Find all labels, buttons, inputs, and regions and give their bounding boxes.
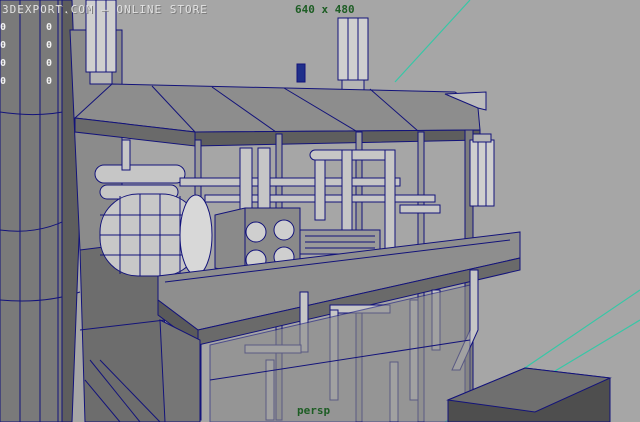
hud-digit: 0: [46, 76, 53, 87]
hud-digit: 0: [0, 40, 7, 51]
storage-tank[interactable]: [0, 0, 81, 422]
watermark-text: 3DEXPORT.COM – ONLINE STORE: [2, 3, 208, 16]
resolution-gate-label: 640 x 480: [295, 3, 355, 16]
hud-digit: 0: [0, 22, 7, 33]
hud-digits-left: 0 0 0 0: [0, 19, 6, 91]
side-vessel[interactable]: [469, 133, 495, 207]
hud-digit: 0: [0, 76, 7, 87]
hud-digits-right: 0 0 0 0: [46, 19, 52, 91]
perspective-viewport[interactable]: 3DEXPORT.COM – ONLINE STORE 640 x 480 pe…: [0, 0, 640, 422]
hud-digit: 0: [46, 40, 53, 51]
hud-digit: 0: [46, 58, 53, 69]
camera-name-label: persp: [297, 404, 331, 417]
wireframe-scene[interactable]: [0, 0, 640, 422]
hud-digit: 0: [46, 22, 53, 33]
hud-digit: 0: [0, 58, 7, 69]
horizontal-boiler[interactable]: [99, 193, 213, 277]
